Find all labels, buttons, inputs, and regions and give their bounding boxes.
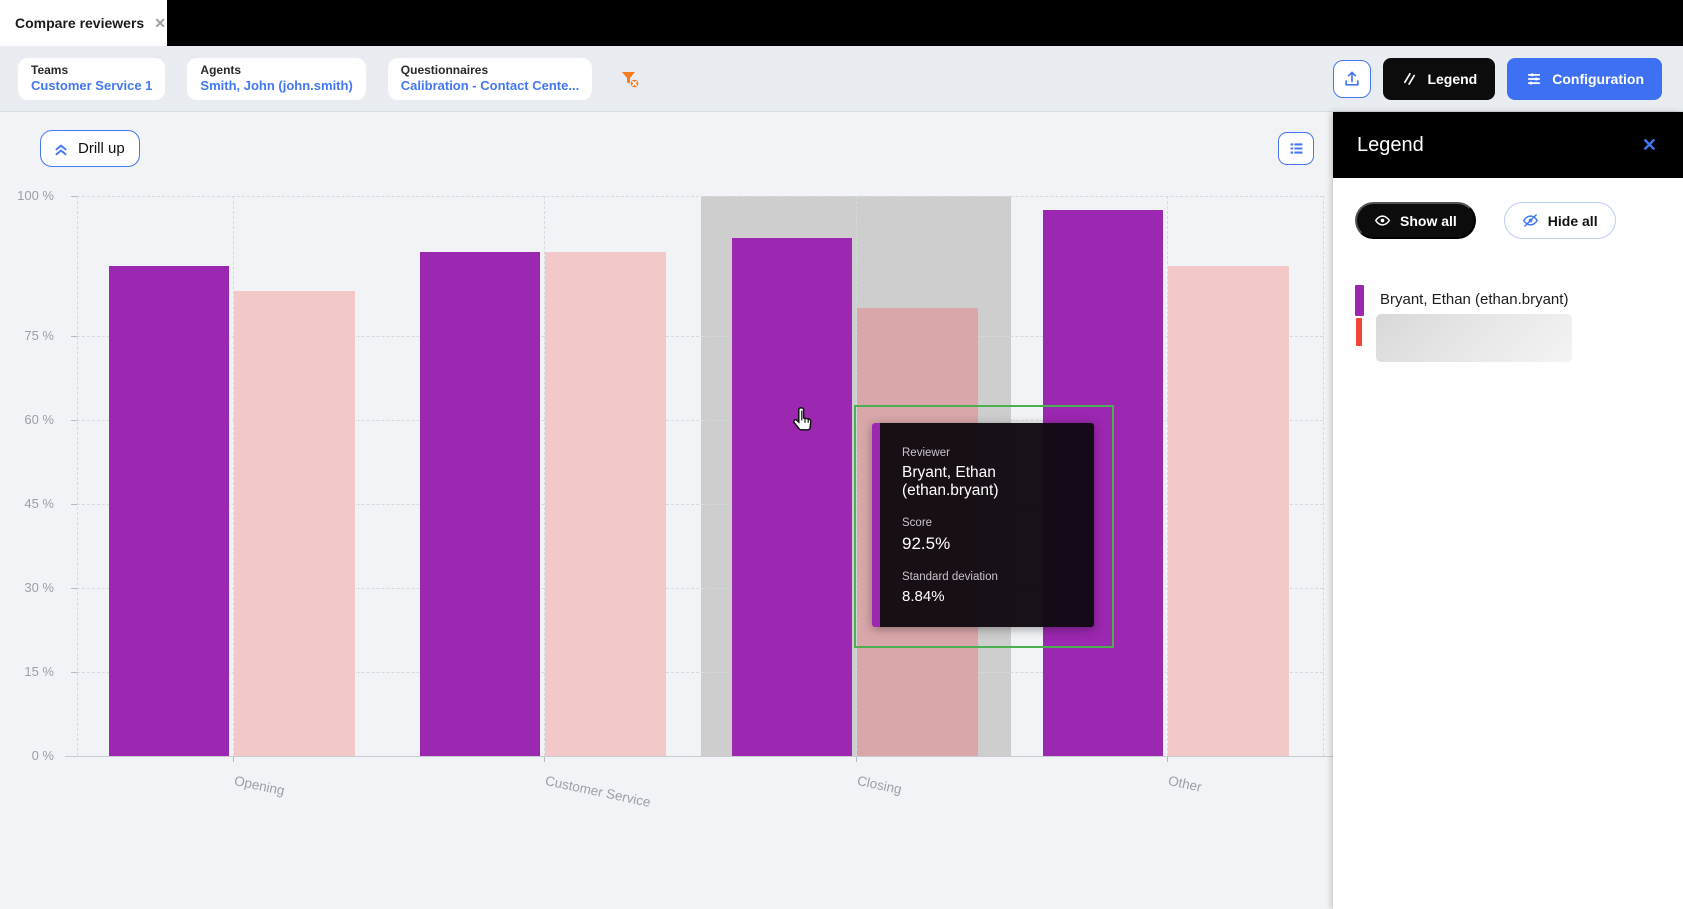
top-bar: Compare reviewers ✕ bbox=[0, 0, 1683, 46]
tooltip-score-label: Score bbox=[902, 517, 1074, 529]
legend-button[interactable]: Legend bbox=[1383, 58, 1495, 100]
legend-button-label: Legend bbox=[1427, 71, 1477, 87]
y-axis-label: 15 % bbox=[0, 664, 54, 680]
legend-swatch-purple bbox=[1355, 285, 1364, 316]
tab-compare-reviewers[interactable]: Compare reviewers ✕ bbox=[0, 0, 167, 46]
x-axis-label: Opening bbox=[233, 773, 286, 798]
hide-all-button[interactable]: Hide all bbox=[1504, 202, 1616, 239]
chip-label: Questionnaires bbox=[401, 63, 579, 78]
drill-up-label: Drill up bbox=[78, 140, 125, 157]
gridline-vertical bbox=[1323, 196, 1324, 756]
tooltip-std-label: Standard deviation bbox=[902, 571, 1074, 583]
legend-panel-body: Show all Hide all Bryant, Ethan (ethan.b… bbox=[1333, 178, 1683, 388]
legend-swatch-red bbox=[1356, 318, 1362, 346]
tooltip-score-value: 92.5% bbox=[902, 534, 1074, 554]
legend-edit-icon bbox=[1401, 70, 1418, 87]
x-axis-label: Other bbox=[1167, 773, 1203, 795]
chip-label: Teams bbox=[31, 63, 152, 78]
y-axis-label: 0 % bbox=[0, 748, 54, 764]
tooltip-reviewer-label: Reviewer bbox=[902, 447, 1074, 459]
bar-opening-series-1[interactable] bbox=[109, 266, 229, 756]
filter-chip-teams[interactable]: Teams Customer Service 1 bbox=[18, 58, 165, 100]
show-all-button[interactable]: Show all bbox=[1355, 202, 1476, 239]
y-axis-label: 100 % bbox=[0, 188, 54, 204]
export-button[interactable] bbox=[1333, 60, 1371, 98]
bar-other-series-2[interactable] bbox=[1168, 266, 1289, 756]
x-axis-line bbox=[65, 756, 1333, 757]
legend-items: Bryant, Ethan (ethan.bryant) bbox=[1355, 285, 1661, 362]
toolbar-actions: Legend Configuration bbox=[1333, 58, 1662, 100]
chip-value: Smith, John (john.smith) bbox=[200, 78, 352, 94]
legend-panel-title: Legend bbox=[1357, 134, 1424, 157]
filter-chip-agents[interactable]: Agents Smith, John (john.smith) bbox=[187, 58, 365, 100]
y-axis-label: 60 % bbox=[0, 412, 54, 428]
hide-all-label: Hide all bbox=[1548, 213, 1598, 229]
chip-value: Customer Service 1 bbox=[31, 78, 152, 94]
show-all-label: Show all bbox=[1400, 213, 1457, 229]
app-window: Compare reviewers ✕ Teams Customer Servi… bbox=[0, 0, 1683, 909]
legend-visibility-buttons: Show all Hide all bbox=[1355, 202, 1661, 239]
y-axis-label: 45 % bbox=[0, 496, 54, 512]
chip-label: Agents bbox=[200, 63, 352, 78]
clear-filters-icon[interactable] bbox=[618, 67, 642, 91]
legend-item-bryant-ethan[interactable]: Bryant, Ethan (ethan.bryant) bbox=[1355, 285, 1661, 316]
chart-list-view-button[interactable] bbox=[1278, 132, 1314, 165]
legend-panel-header: Legend ✕ bbox=[1333, 112, 1683, 178]
bar-closing-series-1[interactable] bbox=[732, 238, 852, 756]
legend-panel-close-icon[interactable]: ✕ bbox=[1642, 135, 1657, 156]
bar-customer-service-series-1[interactable] bbox=[420, 252, 540, 756]
legend-panel: Legend ✕ Show all Hid bbox=[1333, 112, 1683, 909]
chart-tooltip: Reviewer Bryant, Ethan (ethan.bryant) Sc… bbox=[872, 423, 1094, 627]
bar-chart: 0 % 15 % 30 % 45 % 60 % 75 % 100 % Opening Custo… bbox=[0, 112, 1333, 909]
tooltip-reviewer-value: Bryant, Ethan (ethan.bryant) bbox=[902, 464, 1074, 500]
x-axis-label: Closing bbox=[856, 773, 903, 797]
bar-customer-service-series-2[interactable] bbox=[545, 252, 666, 756]
upload-icon bbox=[1342, 69, 1362, 89]
chip-value: Calibration - Contact Cente... bbox=[401, 78, 579, 94]
gridline-vertical bbox=[77, 196, 78, 756]
list-icon bbox=[1288, 140, 1305, 157]
y-axis-label: 75 % bbox=[0, 328, 54, 344]
legend-item-redacted[interactable] bbox=[1355, 318, 1661, 362]
sliders-icon bbox=[1525, 70, 1543, 88]
tab-title: Compare reviewers bbox=[15, 15, 144, 31]
configuration-button[interactable]: Configuration bbox=[1507, 58, 1662, 100]
tab-close-icon[interactable]: ✕ bbox=[154, 15, 166, 32]
filter-chips: Teams Customer Service 1 Agents Smith, J… bbox=[18, 58, 592, 100]
eye-icon bbox=[1374, 212, 1391, 229]
eye-off-icon bbox=[1522, 212, 1539, 229]
x-axis-label: Customer Service bbox=[544, 773, 652, 810]
bar-opening-series-2[interactable] bbox=[234, 291, 355, 756]
configuration-button-label: Configuration bbox=[1552, 71, 1644, 87]
double-chevron-up-icon bbox=[52, 140, 70, 158]
y-axis-label: 30 % bbox=[0, 580, 54, 596]
gridline-horizontal bbox=[77, 196, 1323, 197]
filter-toolbar: Teams Customer Service 1 Agents Smith, J… bbox=[0, 46, 1683, 112]
mouse-cursor bbox=[791, 406, 819, 441]
filter-chip-questionnaires[interactable]: Questionnaires Calibration - Contact Cen… bbox=[388, 58, 592, 100]
legend-item-redacted-blur bbox=[1376, 314, 1572, 362]
drill-up-button[interactable]: Drill up bbox=[40, 130, 140, 167]
tooltip-std-value: 8.84% bbox=[902, 588, 1074, 605]
legend-item-label: Bryant, Ethan (ethan.bryant) bbox=[1380, 285, 1568, 308]
chart-area: 0 % 15 % 30 % 45 % 60 % 75 % 100 % Opening Custo… bbox=[0, 112, 1333, 909]
